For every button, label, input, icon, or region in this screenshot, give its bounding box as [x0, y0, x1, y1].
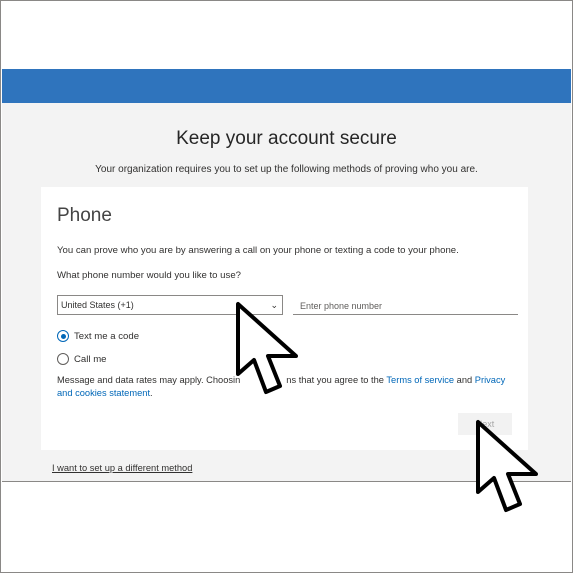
mouse-pointer-icon: [236, 302, 298, 394]
terms-of-service-link[interactable]: Terms of service: [386, 375, 454, 385]
header-bar: [2, 69, 571, 103]
card-title: Phone: [57, 205, 112, 226]
disclaimer-period: .: [150, 388, 153, 398]
radio-text-me[interactable]: [57, 330, 69, 342]
phone-number-input[interactable]: [293, 297, 518, 315]
page-subtitle: Your organization requires you to set up…: [95, 164, 478, 175]
different-method-link[interactable]: I want to set up a different method: [52, 463, 192, 473]
option-text-me[interactable]: Text me a code: [57, 330, 139, 342]
option-call-me[interactable]: Call me: [57, 353, 107, 365]
country-code-value: United States (+1): [61, 300, 134, 310]
card-description: You can prove who you are by answering a…: [57, 245, 459, 256]
mouse-pointer-icon: [476, 420, 538, 512]
radio-call-me[interactable]: [57, 353, 69, 365]
option-text-me-label: Text me a code: [74, 330, 140, 342]
disclaimer-text-start: Message and data rates may apply. Choosi…: [57, 375, 241, 385]
option-call-me-label: Call me: [74, 353, 107, 365]
page-title: Keep your account secure: [176, 128, 397, 149]
disclaimer-and: and: [454, 375, 475, 385]
phone-question: What phone number would you like to use?: [57, 270, 241, 281]
